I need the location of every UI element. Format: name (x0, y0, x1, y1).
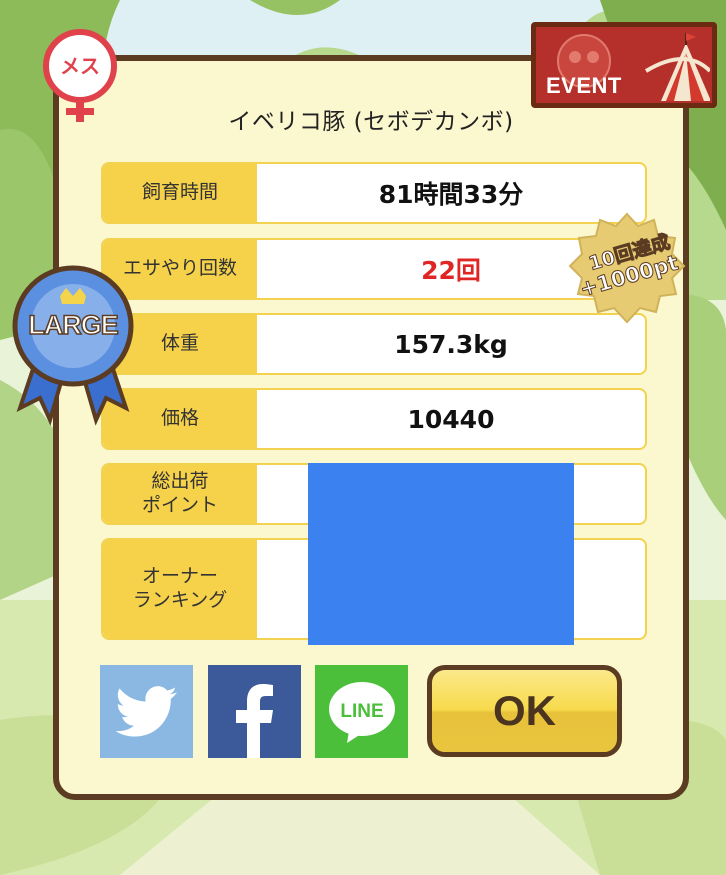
size-label: LARGE (28, 309, 120, 341)
stat-row-feed-count: エサやり回数 22回 (101, 238, 647, 300)
gender-marker: メス (36, 28, 124, 126)
event-label: EVENT (546, 73, 622, 98)
redacted-block (308, 463, 574, 645)
stat-row-price: 価格 10440 (101, 388, 647, 450)
stat-row-weight: 体重 157.3kg (101, 313, 647, 375)
line-share-button[interactable]: LINE (315, 665, 408, 758)
facebook-share-button[interactable] (208, 665, 301, 758)
line-icon: LINE (328, 681, 395, 743)
gender-label: メス (60, 54, 100, 78)
bonus-badge: 10回達成 +1000pt (568, 212, 686, 330)
ok-button[interactable]: OK (427, 665, 622, 757)
line-label: LINE (340, 701, 383, 722)
large-ribbon-icon (12, 265, 134, 426)
stat-value: 10440 (407, 404, 495, 434)
event-banner[interactable]: EVENT (531, 22, 717, 108)
twitter-icon (115, 685, 177, 737)
size-ribbon: LARGE (10, 258, 136, 428)
stat-label: 総出荷 ポイント (103, 465, 257, 523)
stat-label: オーナー ランキング (103, 540, 257, 638)
stat-label: 飼育時間 (103, 164, 257, 222)
stat-row-breeding-time: 飼育時間 81時間33分 (101, 162, 647, 224)
twitter-share-button[interactable] (100, 665, 193, 758)
facebook-icon (236, 684, 273, 758)
